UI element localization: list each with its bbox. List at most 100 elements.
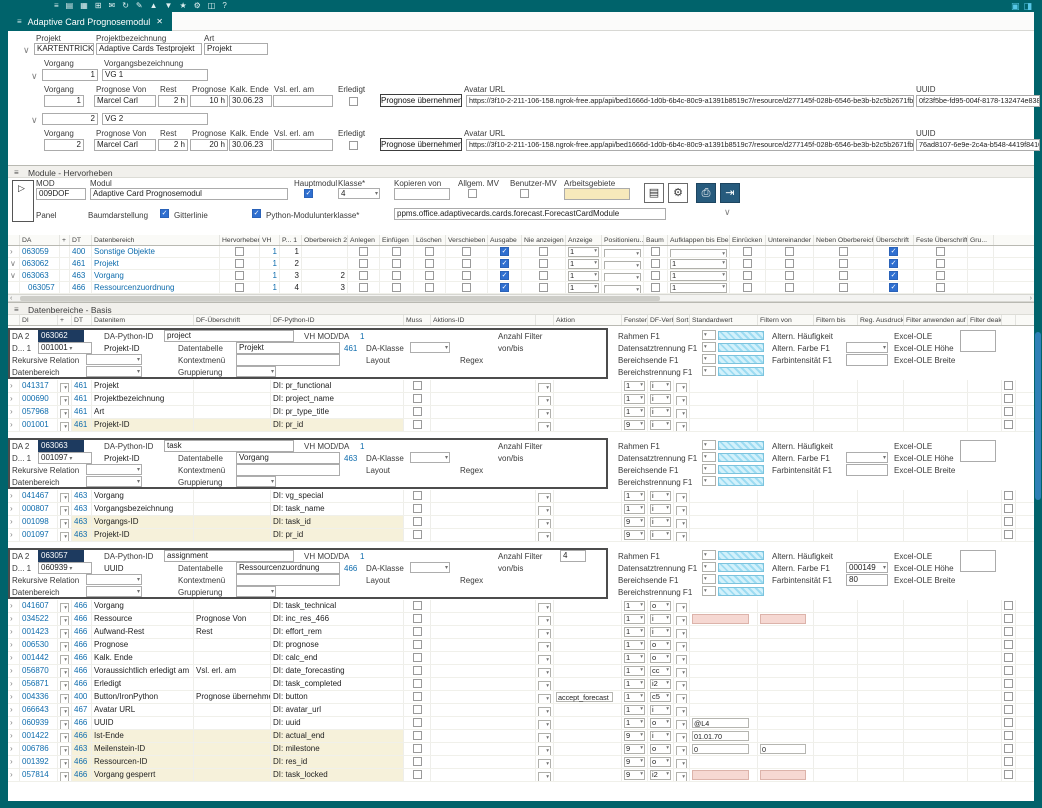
rahmen-color-field[interactable] (718, 551, 764, 560)
fen-dropdown[interactable]: 1▾ (624, 491, 645, 501)
uuid-field[interactable]: 0f23f5be-fd95-004f-8178-132474e8386e (916, 95, 1040, 107)
loesch-checkbox[interactable] (425, 283, 434, 292)
sort-dropdown[interactable]: ▾ (676, 707, 687, 716)
panel-button[interactable]: ▷ (12, 180, 34, 222)
fen-dropdown[interactable]: 1▾ (624, 407, 645, 417)
anzeige-dropdown[interactable]: 1▾ (568, 283, 599, 293)
einf-checkbox[interactable] (392, 283, 401, 292)
prognose-uebernehmen-button[interactable]: Prognose übernehmen (380, 138, 462, 151)
kontextmenue-field[interactable] (236, 574, 340, 586)
bereichsende-dropdown[interactable]: ▾ (702, 574, 716, 584)
column-header[interactable]: Reg. Ausdruck (858, 315, 904, 325)
column-header[interactable]: Filter deak... (968, 315, 1002, 325)
allgem-mv-checkbox[interactable] (468, 189, 477, 198)
gruppierung-dropdown[interactable]: ▾ (236, 366, 276, 377)
dd2-dropdown[interactable]: ▾ (538, 409, 551, 418)
column-header[interactable]: Datenitem (92, 315, 194, 325)
expander-icon[interactable]: › (10, 653, 13, 662)
unter-checkbox[interactable] (785, 259, 794, 268)
sort-dropdown[interactable]: ▾ (676, 746, 687, 755)
vsl-erl-am-field[interactable] (273, 139, 333, 151)
sort-dropdown[interactable]: ▾ (676, 759, 687, 768)
gruppierung-dropdown[interactable]: ▾ (236, 586, 276, 597)
dd2-dropdown[interactable]: ▾ (538, 422, 551, 431)
nie-checkbox[interactable] (539, 271, 548, 280)
muss-checkbox[interactable] (413, 731, 422, 740)
dd2-dropdown[interactable]: ▾ (538, 383, 551, 392)
datentabelle-field[interactable]: Vorgang (236, 452, 340, 464)
dd1-dropdown[interactable]: ▾ (60, 603, 69, 612)
dd1-dropdown[interactable]: ▾ (60, 532, 69, 541)
fen-dropdown[interactable]: 1▾ (624, 394, 645, 404)
dd1-dropdown[interactable]: ▾ (60, 396, 69, 405)
dd1-dropdown[interactable]: ▾ (60, 759, 69, 768)
row-checkbox[interactable] (1004, 614, 1013, 623)
modul-field[interactable]: Adaptive Card Prognosemodul (90, 188, 288, 200)
bereichsende-color-field[interactable] (718, 575, 764, 584)
altern-farbe-dropdown[interactable]: ▾ (846, 452, 888, 463)
dd1-dropdown[interactable]: ▾ (60, 519, 69, 528)
column-header[interactable]: Einfügen (380, 235, 414, 245)
module-export-button[interactable]: ⇥ (720, 183, 740, 203)
fen-dropdown[interactable]: 9▾ (624, 757, 645, 767)
datensatztrennung-dropdown[interactable]: ▾ (702, 342, 716, 352)
muss-checkbox[interactable] (413, 705, 422, 714)
da-klasse-dropdown[interactable]: ▾ (410, 452, 450, 463)
std-field[interactable]: 0 (692, 744, 749, 754)
verh-dropdown[interactable]: i▾ (650, 407, 671, 417)
sort-dropdown[interactable]: ▾ (676, 720, 687, 729)
column-header[interactable]: Filtern bis (814, 315, 858, 325)
pos-dropdown[interactable]: ▾ (604, 273, 641, 281)
dd1-dropdown[interactable]: ▾ (60, 746, 69, 755)
datentabelle-field[interactable]: Ressourcenzuordnung (236, 562, 340, 574)
farbintensitaet-field[interactable] (846, 354, 888, 366)
datensatztrennung-dropdown[interactable]: ▾ (702, 562, 716, 572)
row-checkbox[interactable] (1004, 666, 1013, 675)
sort-dropdown[interactable]: ▾ (676, 772, 687, 781)
column-header[interactable]: Untereinander (766, 235, 814, 245)
dd2-dropdown[interactable]: ▾ (538, 681, 551, 690)
std-field[interactable]: 01.01.70 (692, 731, 749, 741)
sort-dropdown[interactable]: ▾ (676, 506, 687, 515)
row-checkbox[interactable] (1004, 770, 1013, 779)
ueber-checkbox[interactable]: ✓ (889, 259, 898, 268)
farbintensitaet-field[interactable] (846, 464, 888, 476)
fen-dropdown[interactable]: 1▾ (624, 504, 645, 514)
baum-checkbox[interactable] (651, 283, 660, 292)
prognose-von-field[interactable]: Marcel Carl (94, 139, 156, 151)
column-header[interactable]: Einrücken (730, 235, 766, 245)
datenbereich-dropdown[interactable]: ▾ (86, 586, 142, 597)
dd2-dropdown[interactable]: ▾ (538, 772, 551, 781)
row-checkbox[interactable] (1004, 504, 1013, 513)
muss-checkbox[interactable] (413, 517, 422, 526)
versch-checkbox[interactable] (462, 271, 471, 280)
kopieren-von-field[interactable] (394, 188, 450, 200)
fen-dropdown[interactable]: 1▾ (624, 653, 645, 663)
verh-dropdown[interactable]: o▾ (650, 640, 671, 650)
split-view-icon[interactable]: ◫ (208, 1, 216, 11)
column-header[interactable]: Baum (644, 235, 668, 245)
aufkl-dropdown[interactable]: 1▾ (670, 283, 727, 293)
muss-checkbox[interactable] (413, 504, 422, 513)
help-icon[interactable]: ? (222, 1, 226, 11)
fen-dropdown[interactable]: 9▾ (624, 744, 645, 754)
close-icon[interactable]: ✕ (156, 17, 163, 26)
avatar-url-field[interactable]: https://3f10-2-211-106-158.ngrok-free.ap… (466, 95, 914, 107)
unter-checkbox[interactable] (785, 283, 794, 292)
bereichstrennung-color-field[interactable] (718, 367, 764, 376)
bereichstrennung-color-field[interactable] (718, 587, 764, 596)
excel-ole-field[interactable] (960, 550, 996, 572)
muss-checkbox[interactable] (413, 627, 422, 636)
dd2-dropdown[interactable]: ▾ (538, 396, 551, 405)
grid-icon[interactable]: ▦ (80, 1, 88, 11)
vertical-scrollbar[interactable] (1035, 332, 1041, 500)
pos-dropdown[interactable]: ▾ (604, 261, 641, 269)
sort-dropdown[interactable]: ▾ (676, 409, 687, 418)
dd1-dropdown[interactable]: ▾ (60, 772, 69, 781)
sort-down-icon[interactable]: ▼ (165, 1, 173, 11)
dd2-dropdown[interactable]: ▾ (538, 655, 551, 664)
column-header[interactable]: DI (20, 315, 58, 325)
anlegen-checkbox[interactable] (359, 247, 368, 256)
fen-dropdown[interactable]: 1▾ (624, 666, 645, 676)
expander-icon[interactable]: › (10, 666, 13, 675)
